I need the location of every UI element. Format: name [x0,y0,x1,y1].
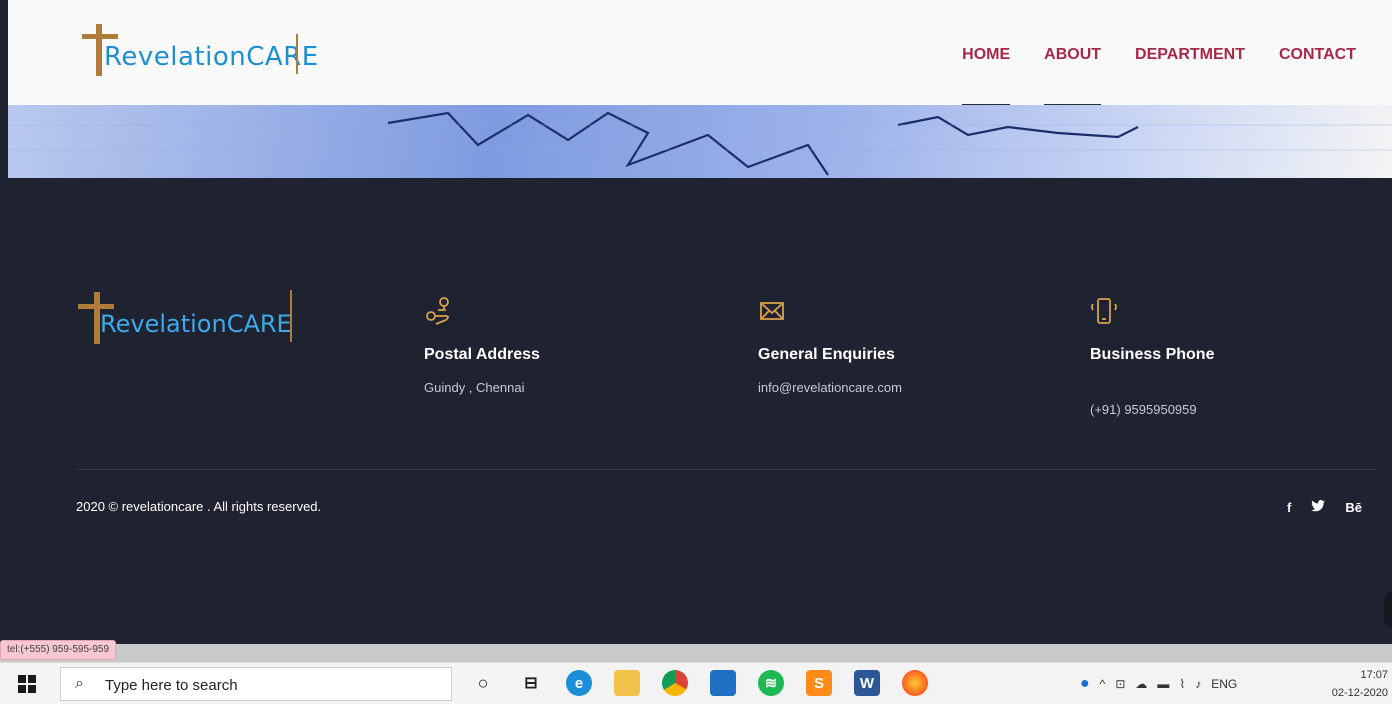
logo-text-suffix: CARE [246,42,319,72]
logo-cross-bar [82,34,118,39]
footer-logo-cross-bar [78,304,114,309]
taskbar-search-box[interactable]: ⌕ Type here to search [60,667,452,701]
logo-text: RevelationCARE [104,42,319,72]
twitter-icon[interactable] [1311,500,1326,515]
logo-text-prefix: Revelation [104,42,247,72]
logo-cross-icon [96,24,102,76]
mobile-phone-icon [1090,296,1118,326]
business-phone-title: Business Phone [1090,346,1215,363]
onedrive-icon[interactable]: ☁ [1135,677,1147,691]
nav-contact[interactable]: CONTACT [1279,46,1356,64]
system-tray: ● ^ ⊡ ☁ ▬ ⌇ ♪ ENG [1080,675,1237,693]
volume-icon[interactable]: ♪ [1195,677,1201,691]
scroll-to-top-button[interactable] [1384,592,1392,628]
general-enquiries-email[interactable]: info@revelationcare.com [758,380,1018,395]
facebook-icon[interactable]: f [1287,500,1291,515]
site-footer: RevelationCARE Postal Address Guindy , C… [8,178,1392,644]
site-header: RevelationCARE HOME ABOUT DEPARTMENT CON… [8,0,1392,107]
chrome-icon[interactable] [662,670,688,696]
footer-logo-text: RevelationCARE [100,310,292,338]
language-indicator[interactable]: ENG [1211,677,1237,691]
photos-icon[interactable] [710,670,736,696]
cortana-icon[interactable]: ○ [470,670,496,696]
footer-logo[interactable]: RevelationCARE [74,290,314,350]
taskbar-apps: ○ ⊟ e ≋ S W [470,670,928,696]
social-links: f Bē [1287,500,1362,515]
task-view-icon[interactable]: ⊟ [518,670,544,696]
edge-icon[interactable]: e [566,670,592,696]
site-logo[interactable]: RevelationCARE [78,20,318,80]
help-icon[interactable]: ● [1080,675,1090,693]
windows-taskbar: ⌕ Type here to search ○ ⊟ e ≋ S W ● ^ ⊡ … [0,662,1392,704]
nav-department[interactable]: DEPARTMENT [1135,46,1245,64]
general-enquiries-block: General Enquiries info@revelationcare.co… [758,296,1018,395]
windows-start-icon[interactable] [18,675,36,693]
footer-divider [76,469,1376,470]
battery-icon[interactable]: ▬ [1157,677,1169,691]
location-pin-icon [424,296,452,326]
taskbar-search-placeholder: Type here to search [105,677,238,694]
word-icon[interactable]: W [854,670,880,696]
clock-date: 02-12-2020 [1331,687,1388,699]
ecg-banner-image [8,105,1392,178]
nav-about[interactable]: ABOUT [1044,46,1101,107]
meet-now-icon[interactable]: ⊡ [1115,677,1125,691]
footer-logo-divider [290,290,292,342]
ecg-line-graphic [8,111,1392,176]
footer-logo-prefix: Revelation [100,310,227,338]
sublime-text-icon[interactable]: S [806,670,832,696]
file-explorer-icon[interactable] [614,670,640,696]
nav-home[interactable]: HOME [962,46,1011,107]
business-phone-block: Business Phone (+91) 9595950959 [1090,296,1350,417]
business-phone-number[interactable]: (+91) 9595950959 [1090,402,1350,417]
footer-logo-suffix: CARE [226,310,292,338]
taskbar-clock[interactable]: 17:07 02-12-2020 [1332,666,1388,702]
general-enquiries-title: General Enquiries [758,346,895,363]
postal-address-block: Postal Address Guindy , Chennai [424,296,684,395]
logo-divider [296,34,298,74]
spotify-icon[interactable]: ≋ [758,670,784,696]
behance-icon[interactable]: Bē [1345,500,1362,515]
postal-address-title: Postal Address [424,346,540,363]
firefox-icon[interactable] [902,670,928,696]
wifi-icon[interactable]: ⌇ [1179,677,1185,691]
chevron-up-icon[interactable]: ^ [1100,677,1106,691]
link-preview-url: tel:(+555) 959-595-959 [0,640,117,660]
browser-status-bar [0,644,1392,662]
search-icon: ⌕ [75,675,84,692]
copyright-text: 2020 © revelationcare . All rights reser… [76,499,322,514]
clock-time: 17:07 [1360,669,1388,681]
main-nav: HOME ABOUT DEPARTMENT CONTACT [962,46,1356,107]
envelope-icon [758,296,786,326]
postal-address-value: Guindy , Chennai [424,380,525,395]
